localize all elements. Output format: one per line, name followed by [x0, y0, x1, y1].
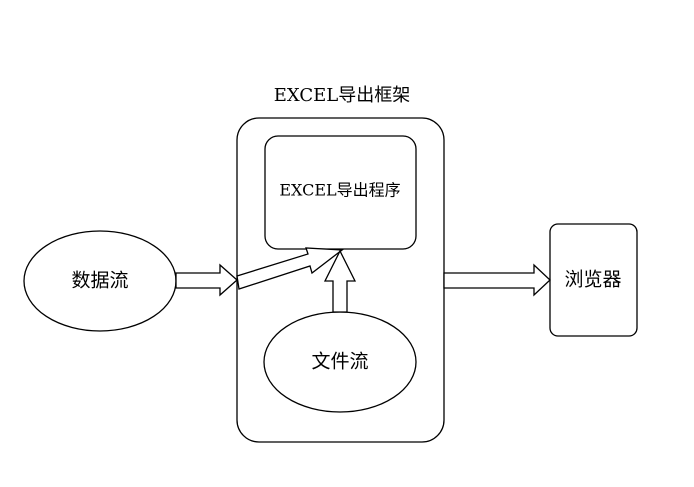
data-to-framework-arrow [175, 263, 238, 297]
export-program-label: EXCEL导出程序 [279, 181, 400, 200]
data-stream-label: 数据流 [71, 270, 128, 292]
framework-to-browser-arrow [443, 263, 551, 297]
frame-title: EXCEL导出框架 [274, 85, 411, 106]
file-stream-label: 文件流 [311, 351, 368, 373]
architecture-diagram: EXCEL导出框架 EXCEL导出程序 数据流 文件流 浏览器 [23, 85, 638, 443]
browser-label: 浏览器 [564, 269, 621, 291]
